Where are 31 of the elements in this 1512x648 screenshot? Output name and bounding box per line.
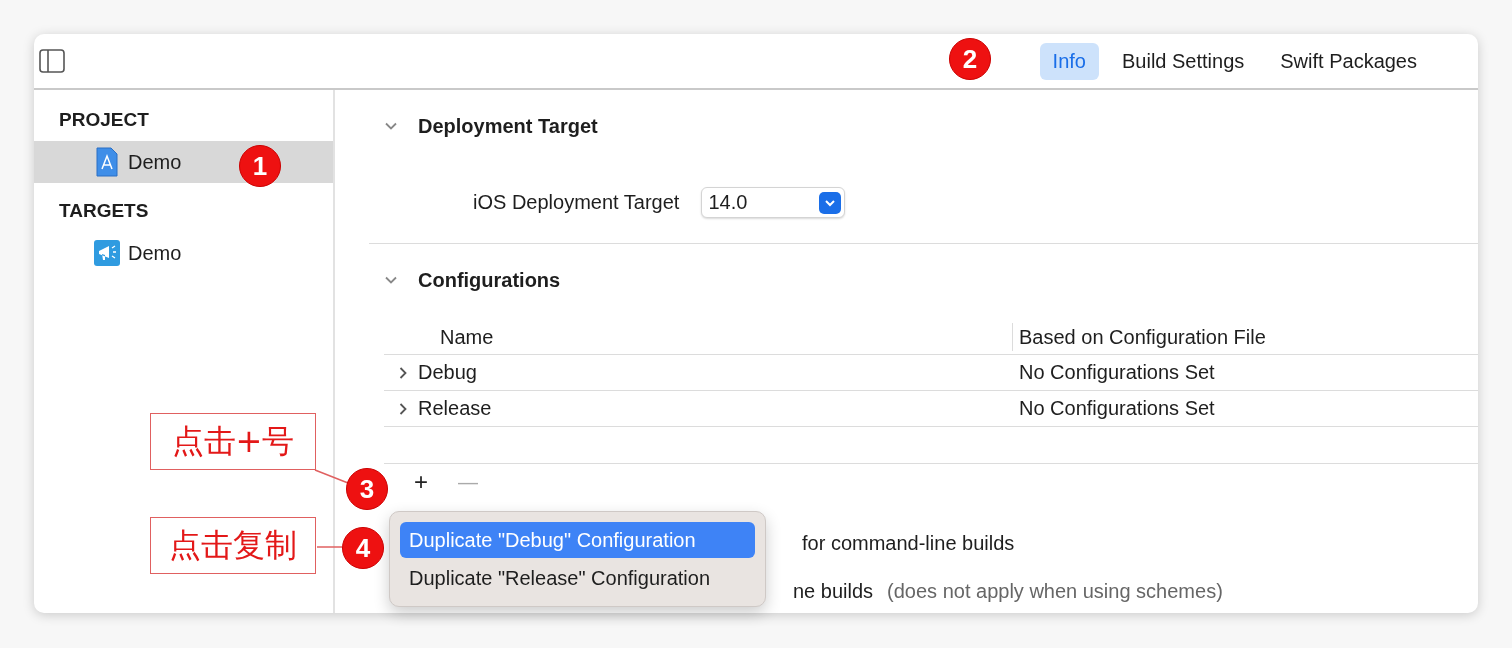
- option-note: (does not apply when using schemes): [887, 580, 1223, 603]
- menu-item[interactable]: Duplicate "Release" Configuration: [400, 560, 755, 596]
- table-cell-text: No Configurations Set: [1018, 361, 1215, 384]
- column-header: Name: [439, 325, 495, 349]
- tab[interactable]: Build Settings: [1108, 42, 1258, 80]
- callout-label: 点击+号: [150, 413, 316, 470]
- field-label: iOS Deployment Target: [473, 191, 680, 214]
- megaphone-icon: [94, 238, 120, 268]
- item-label: Demo: [128, 241, 182, 265]
- section-header: TARGETS: [58, 199, 150, 223]
- sidebar-toggle-icon[interactable]: [39, 49, 65, 73]
- table-cell-text: No Configurations Set: [1018, 397, 1215, 420]
- sidebar-item[interactable]: Demo: [34, 232, 333, 274]
- table-cell: Release: [418, 397, 492, 420]
- callout-label: 点击复制: [150, 517, 316, 574]
- tab[interactable]: Swift Packages: [1267, 42, 1430, 80]
- add-button[interactable]: +: [414, 468, 428, 496]
- column-header: Based on Configuration File: [1012, 323, 1266, 351]
- option-label: ne builds: [793, 580, 874, 603]
- leader-line: [316, 546, 343, 548]
- table-cell: Debug: [418, 361, 477, 384]
- leader-line: [314, 469, 349, 484]
- option-label: for command-line builds: [802, 532, 1015, 554]
- menu-item[interactable]: Duplicate "Debug" Configuration: [400, 522, 755, 558]
- version-dropdown[interactable]: 14.0: [701, 187, 846, 218]
- item-label: Demo: [128, 150, 182, 174]
- section-header: PROJECT: [58, 108, 150, 132]
- section-title: Configurations: [418, 268, 561, 292]
- project-file-icon: [94, 147, 120, 177]
- tab[interactable]: Info: [1039, 42, 1099, 80]
- section-title: Deployment Target: [418, 114, 598, 138]
